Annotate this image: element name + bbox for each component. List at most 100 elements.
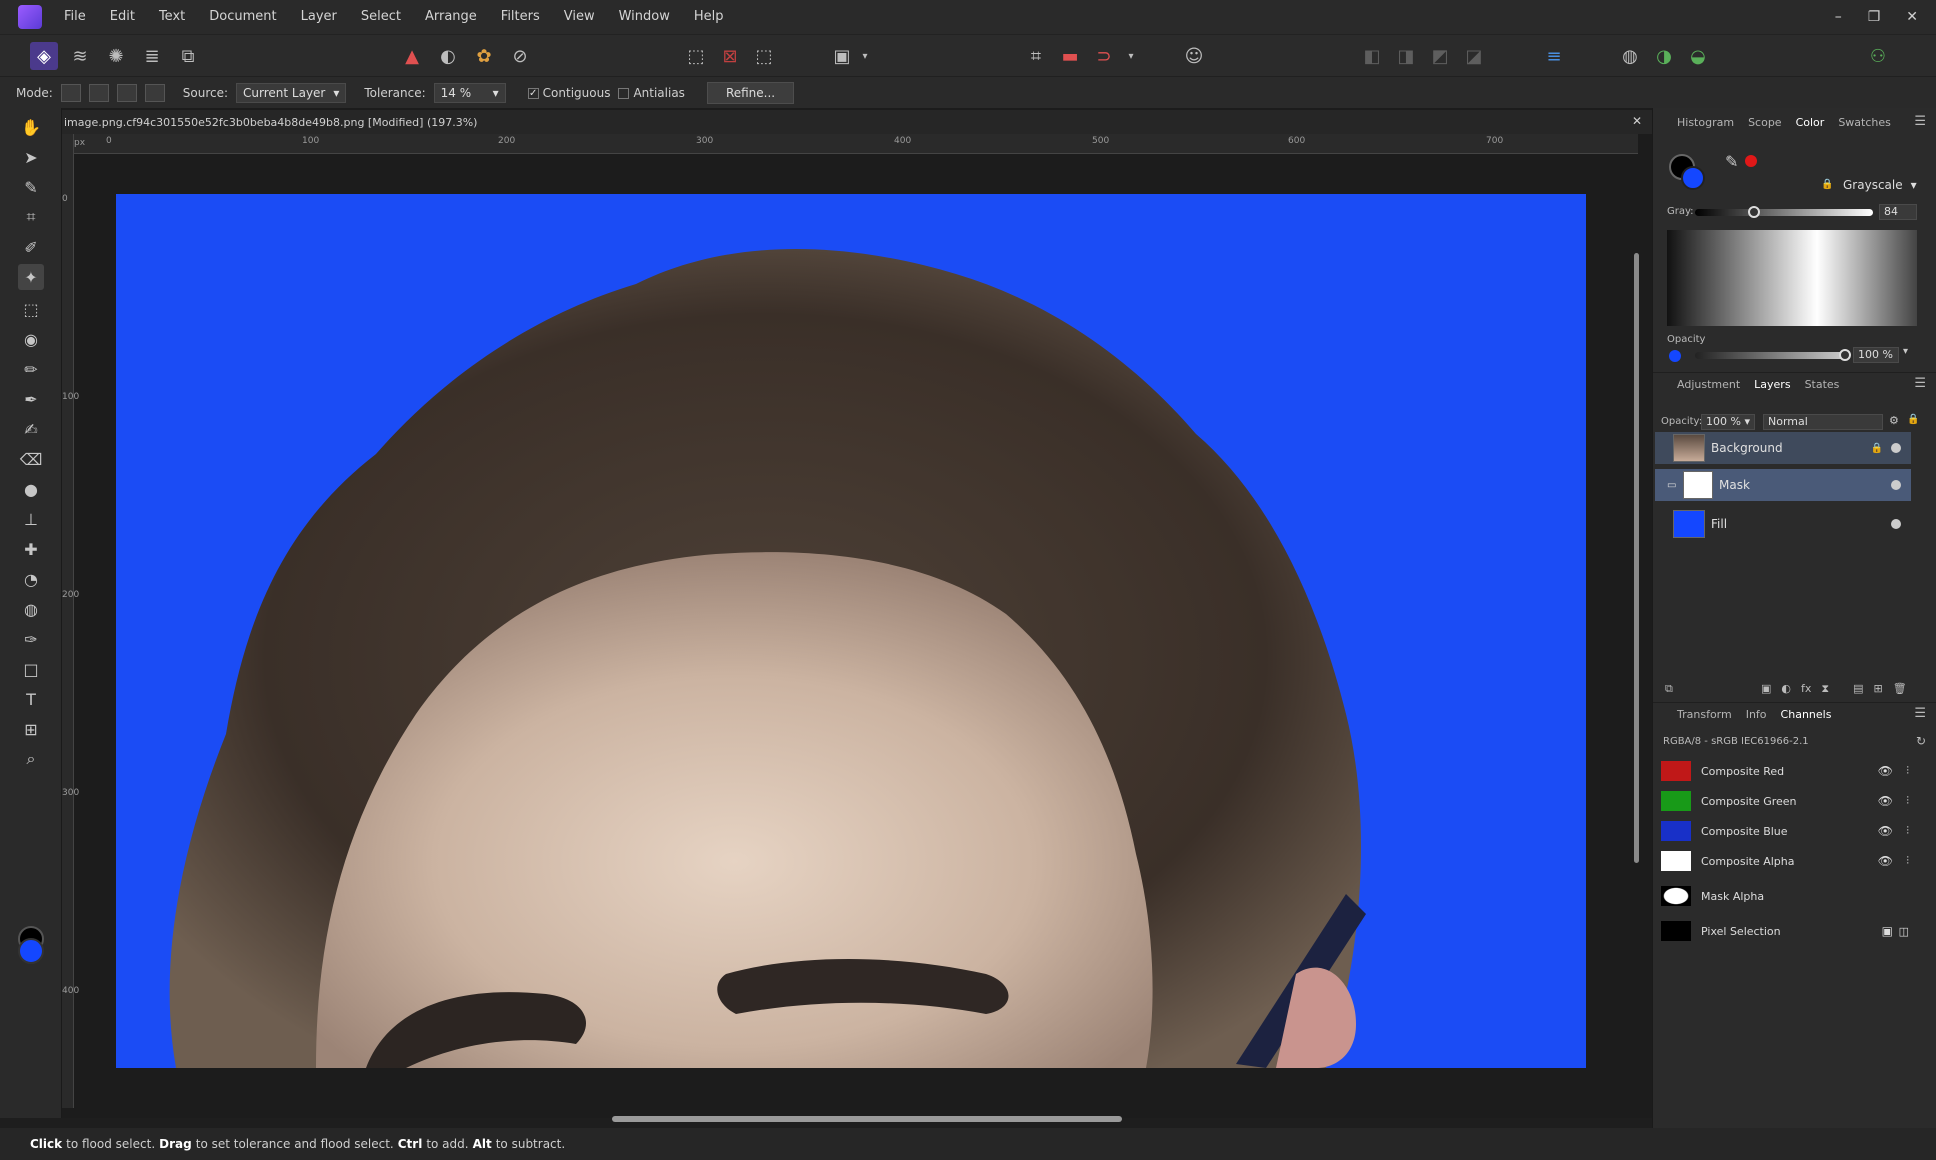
gear-icon[interactable]: ⚙ [1889,414,1899,427]
channel-options-icon[interactable]: ⫶ [1906,824,1909,838]
channel-mask-alpha[interactable]: Mask Alpha [1655,883,1915,909]
export-persona-icon[interactable]: ⧉ [174,42,202,70]
tab-channels[interactable]: Channels [1781,708,1832,721]
tone-mapping-persona-icon[interactable]: ≣ [138,42,166,70]
opacity-slider[interactable] [1695,349,1851,361]
mode-new-button[interactable] [60,83,81,102]
tab-adjustment[interactable]: Adjustment [1677,378,1740,391]
horizontal-ruler[interactable]: px 0 100 200 300 400 500 600 700 [72,134,1638,154]
marquee-tool-icon[interactable]: ⬚ [18,296,44,322]
menu-text[interactable]: Text [147,0,197,34]
vertical-scrollbar[interactable] [1634,253,1639,863]
chevron-down-icon[interactable]: ▾ [1903,346,1908,357]
geometry-subtract-icon[interactable]: ◑ [1650,42,1678,70]
add-layer-icon[interactable]: ⊞ [1874,682,1883,696]
color-model-dropdown[interactable]: Grayscale ▾ [1837,176,1923,194]
layer-opacity-field[interactable]: 100 % ▾ [1701,414,1755,430]
menu-filters[interactable]: Filters [489,0,552,34]
gray-value-field[interactable]: 84 [1879,204,1917,220]
antialias-checkbox[interactable]: Antialias [618,86,685,100]
layers-panel-menu-icon[interactable]: ☰ [1914,376,1926,391]
menu-file[interactable]: File [52,0,98,34]
flood-fill-tool-icon[interactable]: ◉ [18,326,44,352]
color-picker-tool-icon[interactable]: ✎ [18,174,44,200]
clone-tool-icon[interactable]: ⊥ [18,506,44,532]
visibility-dot[interactable] [1891,443,1901,453]
alignment-icon[interactable]: ≡ [1540,42,1568,70]
dodge-tool-icon[interactable]: ● [18,476,44,502]
erase-tool-icon[interactable]: ⌫ [18,446,44,472]
stroke-color-swatch[interactable] [1681,166,1705,190]
refine-button[interactable]: Refine... [706,81,795,104]
visibility-dot[interactable] [1891,480,1901,490]
layer-mask[interactable]: ▭ Mask [1655,469,1911,501]
menu-arrange[interactable]: Arrange [413,0,489,34]
layer-lock-icon[interactable]: 🔒 [1907,414,1919,425]
develop-persona-icon[interactable]: ✺ [102,42,130,70]
menu-window[interactable]: Window [607,0,682,34]
channel-options-icon[interactable]: ⫶ [1906,764,1909,778]
select-all-icon[interactable]: ⬚ [682,42,710,70]
pixel-tool-icon[interactable]: ✒ [18,386,44,412]
blend-mode-dropdown[interactable]: Normal [1763,414,1883,430]
flood-select-tool-icon[interactable]: ✦ [18,264,44,290]
eye-icon[interactable]: 👁 [1878,794,1893,808]
gray-color-field[interactable] [1667,230,1917,326]
picked-color-swatch[interactable] [1745,155,1757,167]
mode-intersect-button[interactable] [144,83,165,102]
eye-icon[interactable]: 👁 [1878,854,1893,868]
tab-layers[interactable]: Layers [1754,378,1790,391]
channel-composite-green[interactable]: Composite Green 👁 ⫶ [1655,788,1915,814]
opacity-slider-knob[interactable] [1839,349,1851,361]
channel-options-icon[interactable]: ⫶ [1906,854,1909,868]
tab-scope[interactable]: Scope [1748,116,1782,129]
close-document-icon[interactable]: ✕ [1632,114,1642,128]
tab-info[interactable]: Info [1746,708,1767,721]
snapping-magnet-icon[interactable]: ⊃ [1090,42,1118,70]
contiguous-checkbox[interactable]: ✓ Contiguous [527,86,610,100]
tab-transform[interactable]: Transform [1677,708,1732,721]
eye-icon[interactable]: 👁 [1878,764,1893,778]
mesh-warp-tool-icon[interactable]: ⊞ [18,716,44,742]
rectangle-tool-icon[interactable]: □ [18,656,44,682]
auto-colors-icon[interactable]: ✿ [470,42,498,70]
visibility-dot[interactable] [1891,519,1901,529]
quick-mask-dropdown-icon[interactable]: ▾ [858,42,872,70]
group-icon[interactable]: ▤ [1853,682,1863,696]
text-tool-icon[interactable]: T [18,686,44,712]
eye-icon[interactable]: 👁 [1878,824,1893,838]
geometry-add-icon[interactable]: ◍ [1616,42,1644,70]
gray-slider-knob[interactable] [1747,206,1760,218]
mixer-brush-tool-icon[interactable]: ✍ [18,416,44,442]
quick-mask-icon[interactable]: ▣ [828,42,856,70]
levels-icon[interactable]: ▲ [398,42,426,70]
minimize-button[interactable]: – [1835,9,1842,25]
channel-options-icon[interactable]: ⫶ [1906,794,1909,808]
adjustment-layer-icon[interactable]: ◐ [1781,682,1791,696]
channels-panel-menu-icon[interactable]: ☰ [1914,706,1926,721]
pixel-layer-icon[interactable]: ⧗ [1821,682,1829,696]
view-tool-icon[interactable]: ✋ [18,114,44,140]
menu-edit[interactable]: Edit [98,0,147,34]
menu-document[interactable]: Document [197,0,288,34]
restore-button[interactable]: ❐ [1868,9,1881,25]
channel-composite-blue[interactable]: Composite Blue 👁 ⫶ [1655,818,1915,844]
blemish-tool-icon[interactable]: ◔ [18,566,44,592]
live-filter-icon[interactable]: fx [1801,682,1811,696]
photo-persona-icon[interactable]: ◈ [30,42,58,70]
channel-pixel-selection[interactable]: Pixel Selection ▣ ◫ [1655,918,1915,944]
background-color-swatch[interactable] [18,938,44,964]
tab-states[interactable]: States [1805,378,1840,391]
pen-tool-icon[interactable]: ✑ [18,626,44,652]
menu-layer[interactable]: Layer [289,0,349,34]
red-eye-tool-icon[interactable]: ◍ [18,596,44,622]
selection-brush-tool-icon[interactable]: ✐ [18,234,44,260]
mode-add-button[interactable] [88,83,109,102]
tab-histogram[interactable]: Histogram [1677,116,1734,129]
color-panel-menu-icon[interactable]: ☰ [1914,114,1926,129]
lock-icon[interactable]: 🔒 [1871,443,1883,454]
invert-selection-icon[interactable]: ⬚ [750,42,778,70]
paint-brush-tool-icon[interactable]: ✏ [18,356,44,382]
selection-mask-icon[interactable]: ▣ [1882,924,1893,938]
channel-composite-alpha[interactable]: Composite Alpha 👁 ⫶ [1655,848,1915,874]
